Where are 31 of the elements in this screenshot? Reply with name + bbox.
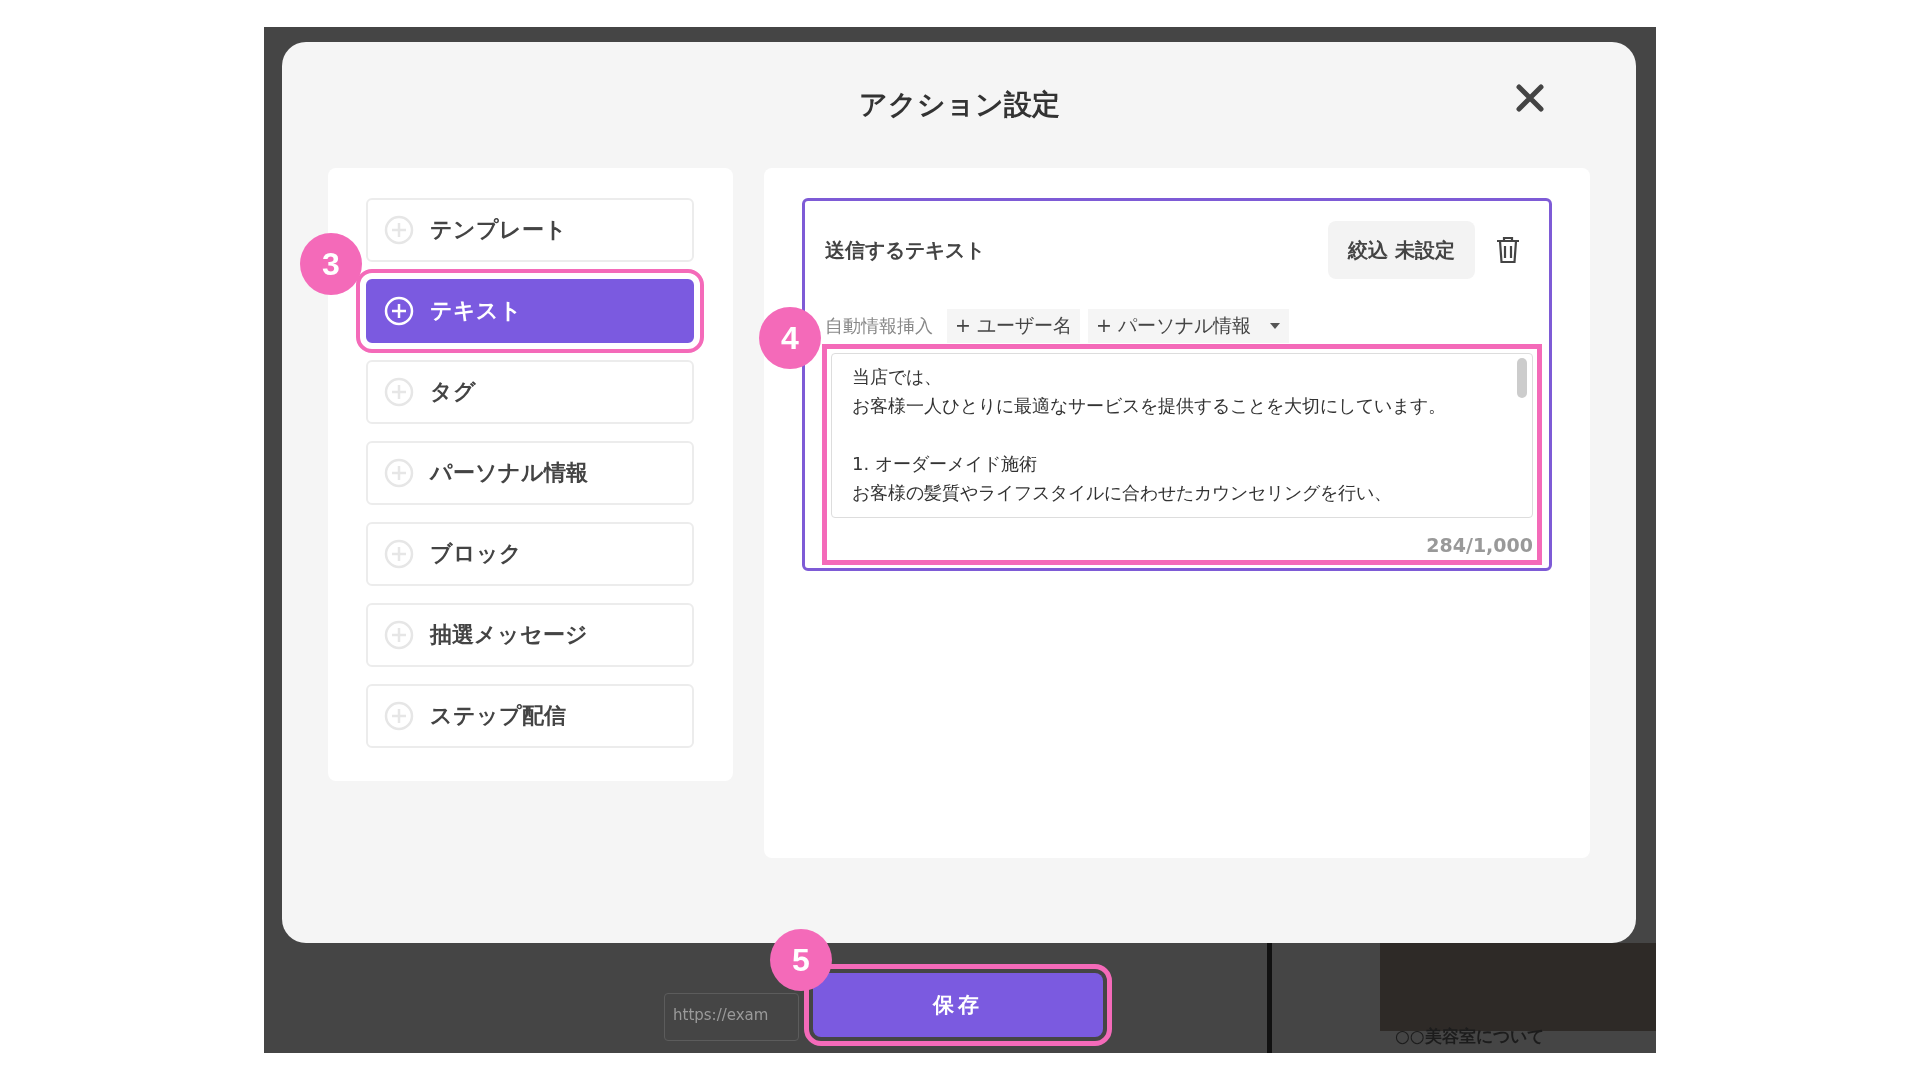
action-type-item[interactable]: タグ — [366, 360, 694, 424]
filter-button[interactable]: 絞込 未設定 — [1328, 221, 1475, 279]
action-type-item[interactable]: パーソナル情報 — [366, 441, 694, 505]
action-type-item[interactable]: ブロック — [366, 522, 694, 586]
message-line: 当店では、 — [852, 365, 943, 389]
insert-dropdown[interactable]: + パーソナル情報 — [1087, 309, 1289, 343]
trash-icon[interactable] — [1495, 236, 1521, 264]
plus-circle-icon — [384, 701, 414, 731]
action-type-item[interactable]: 抽選メッセージ — [366, 603, 694, 667]
action-type-item[interactable]: テンプレート — [366, 198, 694, 262]
message-line: お客様一人ひとりに最適なサービスを提供することを大切にしています。 — [852, 394, 1447, 418]
step-number-badge: 3 — [300, 233, 362, 295]
insert-button[interactable]: + ユーザー名 — [947, 309, 1080, 343]
scrollbar-thumb[interactable] — [1517, 358, 1527, 398]
close-icon[interactable] — [1516, 84, 1544, 112]
action-type-item[interactable]: ステップ配信 — [366, 684, 694, 748]
plus-circle-icon — [384, 539, 414, 569]
message-line: 1. オーダーメイド施術 — [852, 452, 1038, 476]
caret-down-icon — [1268, 322, 1281, 330]
message-line: お客様の髪質やライフスタイルに合わせたカウンセリングを行い、 — [852, 481, 1393, 505]
plus-circle-icon — [384, 377, 414, 407]
plus-circle-icon — [384, 620, 414, 650]
plus-circle-icon — [384, 296, 414, 326]
message-textarea[interactable]: 当店では、 お客様一人ひとりに最適なサービスを提供することを大切にしています。 1. オーダーメイド施術 お客様の髪質やライフスタイルに合わせたカウンセリングを行い、 — [831, 353, 1533, 518]
plus-circle-icon — [384, 458, 414, 488]
plus-circle-icon — [384, 215, 414, 245]
auto-insert-label: 自動情報挿入 — [825, 314, 933, 338]
dialog-title: アクション設定 — [858, 87, 1060, 123]
character-count: 284/1,000 — [1425, 533, 1533, 556]
step-number-badge: 4 — [759, 307, 821, 369]
card-title: 送信するテキスト — [825, 236, 986, 264]
